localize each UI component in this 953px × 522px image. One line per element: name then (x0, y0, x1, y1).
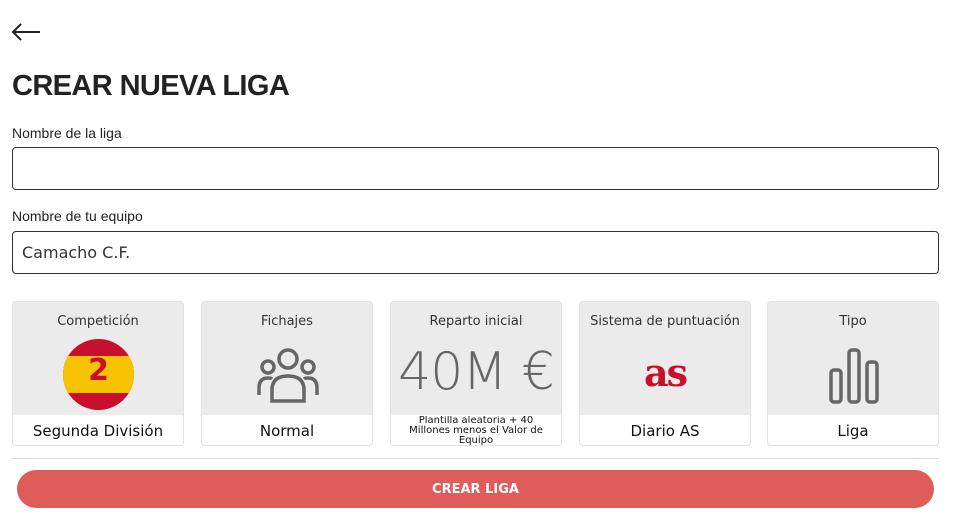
arrow-left-icon (11, 23, 40, 41)
budget-amount: 40M € (398, 342, 555, 402)
competition-card[interactable]: Competición 2 Segunda División (12, 301, 184, 446)
team-name-input[interactable] (12, 231, 939, 274)
scoring-card-title: Sistema de puntuación (590, 314, 740, 329)
transfers-card-title: Fichajes (261, 314, 313, 329)
users-icon (257, 348, 319, 403)
type-value: Liga (837, 422, 869, 440)
scoring-card[interactable]: Sistema de puntuación as Diario AS (579, 301, 751, 446)
type-card-top: Tipo (768, 302, 938, 415)
initial-budget-value: Plantilla aleatoria + 40 Millones menos … (409, 416, 543, 446)
transfers-card[interactable]: Fichajes Normal (201, 301, 373, 446)
divider (12, 458, 939, 459)
spain-flag-icon: 2 (63, 339, 134, 410)
as-logo-icon: as (643, 350, 688, 395)
bar-chart-icon (829, 348, 879, 404)
league-name-label: Nombre de la liga (12, 125, 122, 141)
competition-card-title: Competición (57, 314, 139, 329)
division-number: 2 (88, 353, 109, 388)
competition-value: Segunda División (32, 422, 164, 440)
competition-card-top: Competición 2 (13, 302, 183, 415)
page-title: CREAR NUEVA LIGA (12, 70, 290, 102)
initial-budget-card[interactable]: Reparto inicial 40M € Plantilla aleatori… (390, 301, 562, 446)
type-card-bottom: Liga (768, 415, 938, 445)
scoring-value: Diario AS (630, 422, 700, 440)
scoring-card-top: Sistema de puntuación as (580, 302, 750, 415)
initial-budget-card-title: Reparto inicial (429, 314, 523, 329)
initial-budget-card-bottom: Plantilla aleatoria + 40 Millones menos … (391, 415, 561, 446)
transfers-card-bottom: Normal (202, 415, 372, 445)
team-name-label: Nombre de tu equipo (12, 208, 143, 224)
initial-budget-card-top: Reparto inicial 40M € (391, 302, 561, 415)
league-name-input[interactable] (12, 147, 939, 190)
transfers-card-top: Fichajes (202, 302, 372, 415)
create-league-button[interactable]: CREAR LIGA (17, 470, 934, 508)
type-card[interactable]: Tipo Liga (767, 301, 939, 446)
competition-card-bottom: Segunda División (13, 415, 183, 445)
type-card-title: Tipo (839, 314, 867, 329)
transfers-value: Normal (259, 422, 315, 440)
scoring-card-bottom: Diario AS (580, 415, 750, 445)
back-button[interactable] (10, 20, 44, 44)
